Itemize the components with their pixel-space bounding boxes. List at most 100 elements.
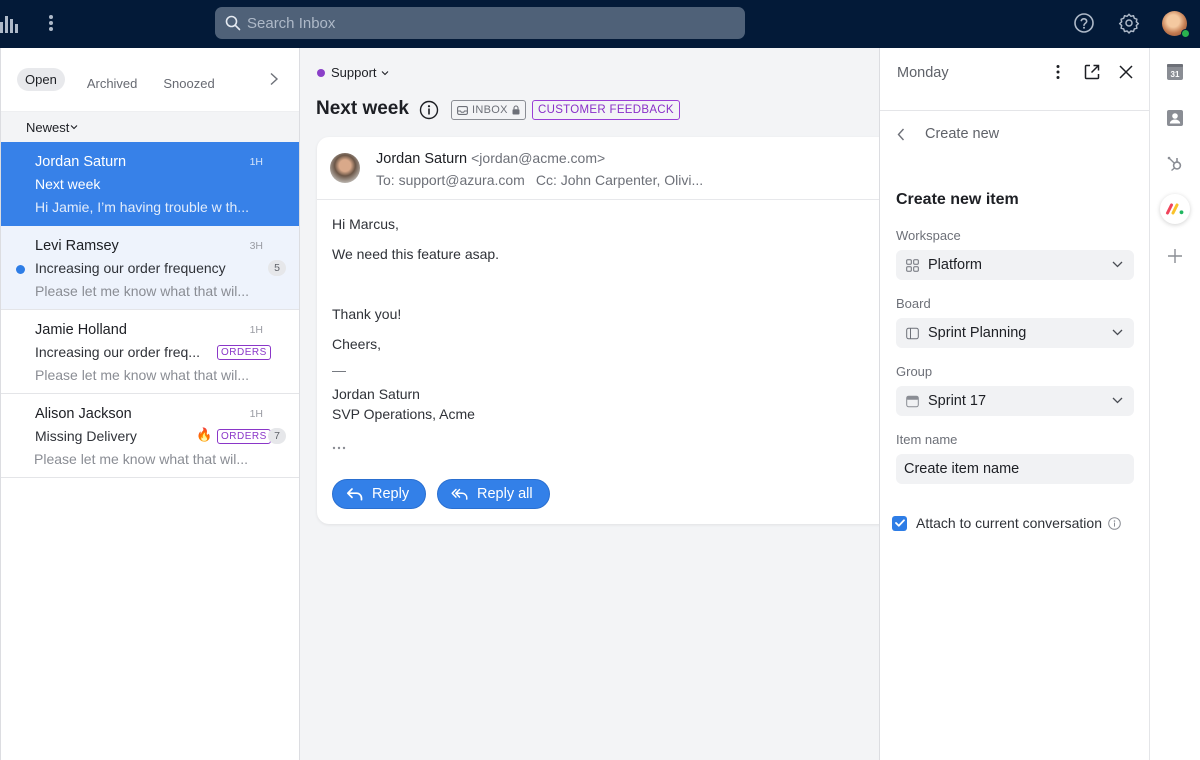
panel-title: Monday: [897, 65, 949, 81]
reply-all-icon: [451, 488, 468, 500]
chevron-left-icon: [897, 128, 905, 140]
chevron-right-icon[interactable]: [269, 72, 279, 86]
preview: Hi Jamie, I’m having trouble w th...: [35, 199, 249, 215]
timestamp: 1H: [249, 324, 263, 336]
more-options-icon[interactable]: [1049, 63, 1067, 81]
help-icon[interactable]: [1073, 12, 1095, 34]
chevron-down-icon: [70, 125, 78, 130]
item-name-label: Item name: [896, 432, 958, 447]
board-label: Board: [896, 296, 931, 311]
workspace-grid-icon: [906, 258, 919, 272]
body-line: We need this feature asap.: [332, 246, 500, 262]
add-app-icon[interactable]: [1166, 247, 1184, 265]
cc-recipients[interactable]: Cc: John Carpenter, Olivi...: [536, 172, 703, 188]
conversation-item[interactable]: Jamie Holland 1H Increasing our order fr…: [1, 310, 299, 394]
board-icon: [906, 327, 919, 339]
inbox-color-dot: [317, 68, 325, 77]
search-input[interactable]: [247, 14, 727, 32]
open-external-icon[interactable]: [1083, 63, 1101, 81]
preview: Please let me know what that wil...: [35, 367, 249, 383]
item-name-input[interactable]: [896, 454, 1134, 484]
inbox-tag[interactable]: INBOX: [451, 100, 526, 120]
sort-dropdown[interactable]: Newest: [1, 111, 299, 142]
workspace-select[interactable]: Platform: [896, 250, 1134, 280]
info-icon[interactable]: [1108, 516, 1121, 530]
attach-conversation-checkbox[interactable]: [892, 515, 907, 531]
calendar-day: 31: [1171, 70, 1180, 79]
conversation-item[interactable]: Alison Jackson 1H Missing Delivery 🔥 ORD…: [1, 394, 299, 478]
subject: Increasing our order freq...: [35, 344, 200, 360]
monday-logo-icon: [1166, 203, 1184, 215]
sender-name: Jordan Saturn: [35, 154, 127, 170]
settings-gear-icon[interactable]: [1118, 12, 1140, 34]
body-closing: Cheers,: [332, 336, 382, 352]
more-menu-icon[interactable]: [43, 12, 59, 34]
subject: Missing Delivery: [35, 428, 137, 444]
tab-open[interactable]: Open: [17, 68, 65, 91]
body-greeting: Hi Marcus,: [332, 216, 399, 232]
reply-button[interactable]: Reply: [332, 479, 427, 509]
signature-title: SVP Operations, Acme: [332, 406, 475, 422]
sender-line: Jordan Saturn <jordan@acme.com>: [376, 150, 605, 167]
sender-name[interactable]: Jordan Saturn: [376, 151, 467, 167]
calendar-icon[interactable]: 31: [1166, 63, 1184, 81]
user-avatar[interactable]: [1162, 11, 1190, 38]
sender-name: Alison Jackson: [35, 406, 132, 422]
group-value: Sprint 17: [928, 393, 987, 409]
close-icon[interactable]: [1117, 63, 1135, 81]
inbox-selector[interactable]: Support: [317, 65, 389, 80]
form-title: Create new item: [896, 191, 1019, 208]
sender-name: Levi Ramsey: [35, 238, 119, 254]
integration-panel: Monday Create new Create new item Worksp…: [879, 48, 1150, 760]
search-icon: [225, 15, 241, 31]
inbox-tray-icon: [457, 105, 468, 115]
inbox-tag-label: INBOX: [472, 104, 508, 116]
subject: Increasing our order frequency: [35, 260, 226, 276]
back-button[interactable]: Create new: [897, 126, 999, 142]
search-bar[interactable]: [215, 7, 745, 39]
chevron-down-icon: [1112, 397, 1123, 404]
chevron-down-icon: [381, 70, 388, 75]
online-status-indicator: [1181, 29, 1190, 38]
sender-avatar[interactable]: [330, 153, 360, 183]
attach-conversation-label: Attach to current conversation: [916, 515, 1102, 531]
unread-indicator: [16, 265, 25, 274]
tab-snoozed[interactable]: Snoozed: [163, 68, 214, 91]
subject: Next week: [35, 176, 101, 192]
sort-label: Newest: [26, 119, 70, 135]
conversation-item[interactable]: Levi Ramsey 3H Increasing our order freq…: [1, 226, 299, 310]
fire-emoji-icon: 🔥: [196, 427, 213, 442]
show-quoted-text-icon[interactable]: [331, 445, 347, 451]
signature-divider: —: [332, 362, 346, 378]
info-icon[interactable]: [419, 100, 439, 120]
group-icon: [906, 395, 919, 407]
preview: Please let me know what that wil...: [35, 283, 249, 299]
orders-tag: ORDERS: [217, 345, 271, 360]
timestamp: 3H: [249, 240, 263, 252]
to-recipients: To: support@azura.com: [376, 172, 525, 188]
board-select[interactable]: Sprint Planning: [896, 318, 1134, 348]
message-card: Jordan Saturn <jordan@acme.com> To: supp…: [317, 137, 897, 524]
tab-archived[interactable]: Archived: [87, 68, 138, 91]
group-label: Group: [896, 364, 933, 379]
reply-all-button[interactable]: Reply all: [437, 479, 550, 509]
hubspot-icon[interactable]: [1166, 154, 1184, 172]
signature-name: Jordan Saturn: [332, 386, 420, 402]
status-tabs: Open Archived Snoozed: [1, 48, 299, 111]
conversation-list-pane: Open Archived Snoozed Newest Jordan Satu…: [0, 48, 300, 760]
app-logo-icon[interactable]: [0, 13, 18, 33]
attach-conversation-checkbox-row[interactable]: Attach to current conversation: [892, 515, 1121, 531]
conversation-item[interactable]: Jordan Saturn 1H Next week Hi Jamie, I’m…: [1, 142, 299, 226]
workspace-value: Platform: [928, 257, 982, 273]
sender-email: <jordan@acme.com>: [471, 150, 606, 166]
monday-app-button[interactable]: [1160, 194, 1190, 224]
reply-label: Reply: [372, 486, 410, 502]
message-count-badge: 5: [268, 260, 286, 276]
preview: Please let me know what that wil...: [34, 451, 248, 467]
customer-feedback-tag[interactable]: CUSTOMER FEEDBACK: [532, 100, 680, 120]
contact-icon[interactable]: [1166, 109, 1184, 127]
chevron-down-icon: [1112, 261, 1123, 268]
group-select[interactable]: Sprint 17: [896, 386, 1134, 416]
panel-header: Monday: [880, 48, 1149, 111]
reply-icon: [346, 488, 363, 501]
